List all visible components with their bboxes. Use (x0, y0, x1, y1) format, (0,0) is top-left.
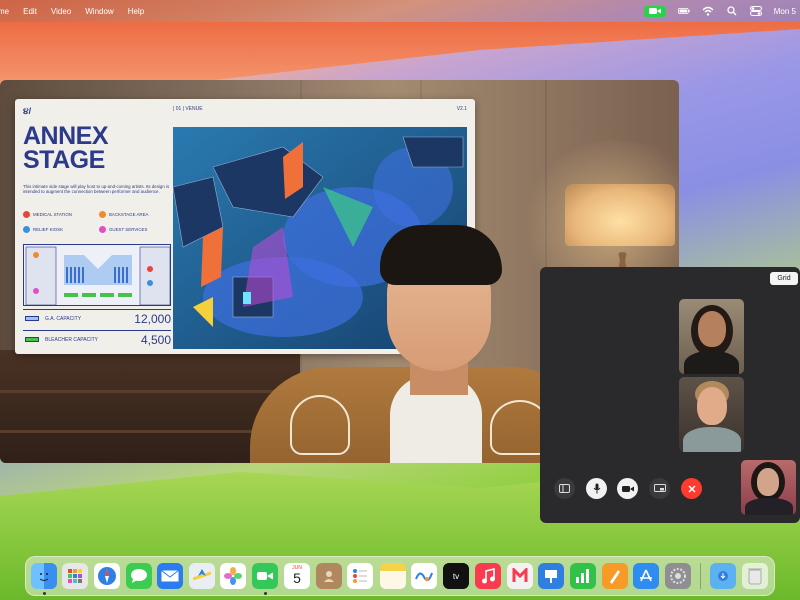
keynote-icon[interactable] (538, 563, 564, 589)
contacts-icon[interactable] (316, 563, 342, 589)
capacity-value: 4,500 (140, 332, 171, 347)
legend-label: RELIEF KIOSK (33, 227, 64, 232)
wifi-icon[interactable] (702, 5, 714, 17)
legend-medical: MEDICAL STATION (23, 211, 72, 218)
microphone-button[interactable] (586, 478, 607, 499)
participant-tile[interactable] (679, 299, 744, 374)
guest-services-icon (99, 226, 106, 233)
caller-video-main (250, 225, 590, 463)
backstage-icon (99, 211, 106, 218)
trash-icon[interactable] (742, 563, 768, 589)
menu-item-edit[interactable]: Edit (23, 7, 37, 16)
poster-description: This intimate side stage will play host … (23, 184, 170, 195)
messages-icon[interactable] (126, 563, 152, 589)
sidebar-toggle-button[interactable] (554, 478, 575, 499)
relief-icon (23, 226, 30, 233)
legend-label: MEDICAL STATION (33, 212, 72, 217)
poster-title-line2: STAGE (23, 146, 105, 174)
participant-face (757, 468, 779, 496)
bleacher-swatch (25, 337, 39, 342)
medical-icon (23, 211, 30, 218)
menubar-clock[interactable]: Mon 5 (774, 7, 796, 16)
poster-version: V2.1 (456, 106, 467, 112)
screen-share-icon (653, 484, 666, 492)
pages-icon[interactable] (602, 563, 628, 589)
share-screen-button[interactable] (649, 478, 670, 499)
capacity-label: BLEACHER CAPACITY (45, 336, 98, 343)
control-center-icon[interactable] (749, 5, 762, 17)
facetime-icon[interactable] (252, 563, 278, 589)
reminders-icon[interactable] (347, 563, 373, 589)
menu-bar: me Edit Video Window Help Mon 5 (0, 0, 800, 22)
finder-icon[interactable] (31, 563, 57, 589)
system-settings-icon[interactable] (665, 563, 691, 589)
close-icon (687, 484, 696, 493)
person-hair (380, 225, 502, 285)
downloads-folder-icon[interactable] (710, 563, 736, 589)
news-icon[interactable] (507, 563, 533, 589)
search-icon[interactable] (726, 5, 738, 17)
self-view-tile[interactable] (741, 460, 796, 515)
capacity-label: G.A. CAPACITY (45, 315, 82, 322)
safari-icon[interactable] (94, 563, 120, 589)
menu-item-app[interactable]: me (0, 7, 9, 16)
calendar-day: 5 (293, 570, 301, 586)
participant-face (697, 387, 727, 425)
camera-button[interactable] (617, 478, 638, 499)
numbers-icon[interactable] (570, 563, 596, 589)
shirt-embroidery (290, 395, 350, 455)
tv-icon[interactable]: tv (443, 563, 469, 589)
menu-item-video[interactable]: Video (51, 7, 71, 16)
ga-swatch (25, 316, 39, 321)
music-icon[interactable] (475, 563, 501, 589)
facetime-pill-icon[interactable] (643, 5, 666, 17)
microphone-icon (593, 483, 600, 494)
grid-button[interactable]: Grid (770, 272, 798, 285)
maps-icon[interactable] (189, 563, 215, 589)
sidebar-icon (559, 484, 570, 493)
poster-logo: ૪/ (23, 106, 32, 116)
freeform-icon[interactable] (411, 563, 437, 589)
participant-tile[interactable] (679, 377, 744, 452)
running-indicator (264, 592, 267, 595)
legend-relief: RELIEF KIOSK (23, 226, 63, 233)
notes-icon[interactable] (380, 563, 406, 589)
participant-body (684, 351, 739, 374)
menu-item-help[interactable]: Help (128, 7, 144, 16)
calendar-icon[interactable]: JUN 5 (284, 563, 310, 589)
mail-icon[interactable] (157, 563, 183, 589)
legend-label: BACKSTAGE AREA (109, 212, 149, 217)
poster-title: ANNEX STAGE (23, 122, 109, 174)
legend-label: GUEST SERVICES (109, 227, 148, 232)
capacity-value: 12,000 (134, 311, 171, 326)
app-store-icon[interactable] (633, 563, 659, 589)
dock-separator (700, 563, 701, 589)
launchpad-icon[interactable] (62, 563, 88, 589)
participant-body (745, 498, 793, 515)
menu-item-window[interactable]: Window (85, 7, 113, 16)
participant-body (683, 427, 741, 452)
tv-label: tv (452, 571, 460, 581)
poster-title-line1: ANNEX (23, 122, 109, 150)
video-camera-icon (621, 485, 634, 492)
photos-icon[interactable] (220, 563, 246, 589)
legend-backstage: BACKSTAGE AREA (99, 211, 148, 218)
venue-minimap (23, 244, 171, 306)
legend-guest: GUEST SERVICES (99, 226, 147, 233)
battery-icon[interactable] (677, 5, 690, 17)
end-call-button[interactable] (681, 478, 702, 499)
ga-capacity-row: G.A. CAPACITY 12,000 (23, 309, 171, 327)
poster-venue-label: | 01 | VENUE (173, 106, 203, 112)
participant-face (698, 311, 726, 347)
bleacher-capacity-row: BLEACHER CAPACITY 4,500 (23, 330, 171, 348)
running-indicator (43, 592, 46, 595)
